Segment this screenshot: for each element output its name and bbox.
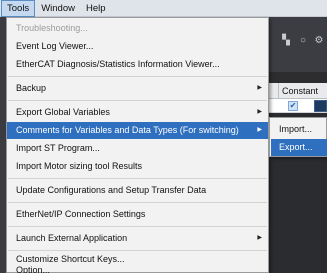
menu-item-update-configurations[interactable]: Update Configurations and Setup Transfer…: [7, 182, 268, 199]
submenu-item-import[interactable]: Import...: [271, 121, 327, 138]
menu-item-label: Troubleshooting...: [16, 23, 88, 33]
submenu-arrow-icon: ▶: [257, 127, 262, 133]
menu-item-label: Option...: [16, 265, 51, 273]
toolbar-button-icon[interactable]: ▚: [280, 35, 292, 47]
menu-item-label: Export Global Variables: [16, 107, 110, 117]
menu-item-label: Import Motor sizing tool Results: [16, 161, 143, 171]
constant-checkbox[interactable]: ✔: [288, 101, 298, 111]
menu-item-label: Event Log Viewer...: [16, 41, 94, 51]
menu-separator: [8, 100, 267, 101]
menubar-tools[interactable]: Tools: [1, 0, 36, 17]
menu-item-label: Import ST Program...: [16, 143, 100, 153]
menu-item-label: Update Configurations and Setup Transfer…: [16, 185, 207, 195]
column-header-constant: Constant: [278, 83, 318, 99]
menubar-window[interactable]: Window: [36, 0, 80, 17]
comments-submenu: Import... Export...: [269, 117, 327, 157]
menu-item-label: EtherNet/IP Connection Settings: [16, 209, 146, 219]
menu-item-label: Backup: [16, 83, 47, 93]
menu-separator: [8, 178, 267, 179]
menu-item-comments-for-variables[interactable]: Comments for Variables and Data Types (F…: [7, 122, 268, 139]
menu-item-event-log-viewer[interactable]: Event Log Viewer...: [7, 38, 268, 55]
menu-separator: [8, 76, 267, 77]
menu-item-label: Customize Shortcut Keys...: [16, 254, 125, 264]
menu-item-label: Comments for Variables and Data Types (F…: [16, 125, 239, 135]
menu-item-label: Launch External Application: [16, 233, 128, 243]
refresh-icon[interactable]: ○: [297, 35, 309, 47]
tools-menu: Troubleshooting... Event Log Viewer... E…: [6, 17, 269, 273]
menu-item-option[interactable]: Option...: [7, 266, 268, 273]
menu-item-troubleshooting[interactable]: Troubleshooting...: [7, 20, 268, 37]
menubar: Tools Window Help: [0, 0, 327, 17]
submenu-arrow-icon: ▶: [257, 235, 262, 241]
menu-item-ethernet-ip-connection[interactable]: EtherNet/IP Connection Settings: [7, 206, 268, 223]
submenu-item-label: Import...: [279, 124, 313, 134]
menu-item-launch-external-application[interactable]: Launch External Application ▶: [7, 230, 268, 247]
submenu-item-export[interactable]: Export...: [271, 139, 327, 156]
submenu-arrow-icon: ▶: [257, 85, 262, 91]
variable-table-header: Constant: [268, 83, 327, 99]
submenu-item-label: Export...: [279, 142, 313, 152]
menu-separator: [8, 202, 267, 203]
menubar-help[interactable]: Help: [81, 0, 111, 17]
table-row[interactable]: ✔: [268, 99, 327, 113]
table-cell[interactable]: [314, 100, 327, 112]
settings-icon[interactable]: ⚙: [313, 35, 325, 47]
background-toolbar: ▚ ○ ⚙: [268, 17, 327, 72]
menu-item-label: EtherCAT Diagnosis/Statistics Informatio…: [16, 59, 220, 69]
menu-item-export-global-variables[interactable]: Export Global Variables ▶: [7, 104, 268, 121]
menu-item-backup[interactable]: Backup ▶: [7, 80, 268, 97]
menu-item-ethercat-diagnosis[interactable]: EtherCAT Diagnosis/Statistics Informatio…: [7, 56, 268, 73]
menu-item-import-motor-sizing[interactable]: Import Motor sizing tool Results: [7, 158, 268, 175]
submenu-arrow-icon: ▶: [257, 109, 262, 115]
menu-item-import-st-program[interactable]: Import ST Program...: [7, 140, 268, 157]
menu-separator: [8, 226, 267, 227]
